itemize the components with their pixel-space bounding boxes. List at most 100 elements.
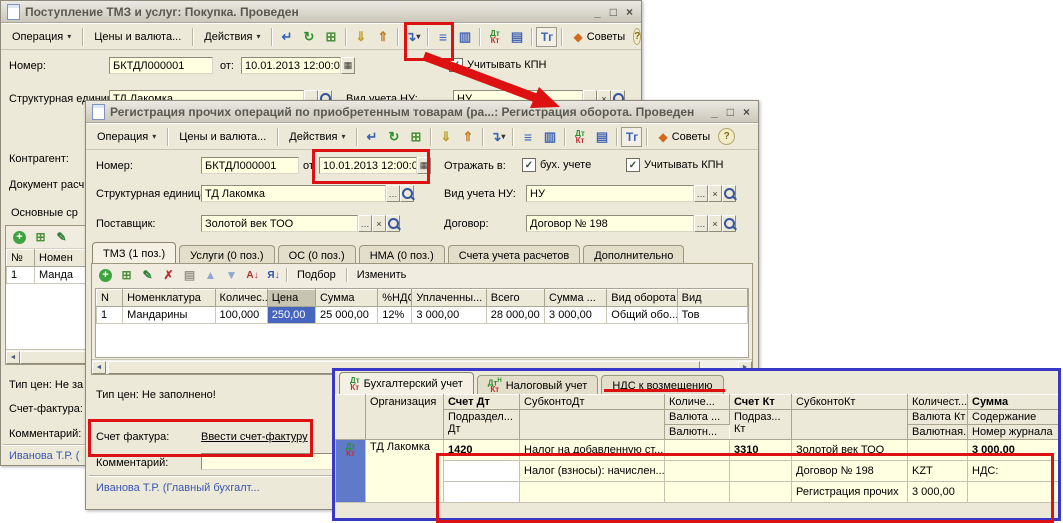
more-button[interactable]: … (694, 185, 708, 202)
scroll-left-icon[interactable]: ◄ (92, 361, 106, 374)
buh-checkbox[interactable]: ✓ бух. учете (522, 158, 591, 172)
magnifier-icon[interactable] (386, 215, 400, 232)
tab-accounts[interactable]: Счета учета расчетов (448, 245, 580, 264)
cell-subconto-dt[interactable]: Налог (взносы): начислен... (520, 461, 665, 482)
post-document-icon[interactable]: ↵ (361, 127, 382, 147)
cell-vat-percent[interactable]: 12% (378, 307, 412, 324)
cell-subdiv-kt[interactable] (730, 461, 792, 482)
column-header[interactable]: Валютная... (908, 425, 968, 440)
cell-organization[interactable]: ТД Лакомка (366, 440, 444, 503)
scroll-left-icon[interactable]: ◄ (6, 351, 20, 364)
help-icon[interactable]: ? (718, 128, 735, 145)
column-header[interactable]: Содержание (968, 410, 1059, 425)
column-header[interactable]: Всего (486, 290, 544, 307)
copy-row-icon[interactable]: ⊞ (118, 268, 135, 283)
goods-in-icon[interactable]: ⇓ (435, 127, 456, 147)
menu-operation[interactable]: Операция▾ (5, 28, 78, 46)
cell-currency-dt[interactable] (665, 461, 730, 482)
titlebar[interactable]: Регистрация прочих операций по приобрете… (86, 101, 758, 123)
cell-quantity-kt[interactable] (908, 440, 968, 461)
column-header[interactable]: Количест... (908, 395, 968, 410)
cell-price-selected[interactable]: 250,00 (267, 307, 315, 324)
column-header[interactable]: Сумма (968, 395, 1059, 410)
tab-vat-refund[interactable]: НДС к возмещению (601, 375, 723, 394)
dtkt-icon[interactable]: ДтКт (484, 27, 505, 47)
post-dropdown-icon[interactable]: ↴▾ (487, 127, 508, 147)
tab-additional[interactable]: Дополнительно (583, 245, 684, 264)
column-header[interactable]: Валютн... (665, 425, 730, 440)
column-header[interactable]: Подраз... Кт (730, 410, 792, 440)
cell-empty[interactable] (444, 482, 520, 503)
tips-button[interactable]: ◆Советы (651, 127, 717, 147)
cell-subconto-kt[interactable]: Золотой век ТОО (792, 440, 908, 461)
nu-field[interactable]: НУ (526, 185, 694, 202)
posting-row[interactable]: Регистрация прочих 3 000,00 (336, 482, 1059, 503)
help-icon[interactable]: ? (633, 28, 641, 45)
menu-prices-currency[interactable]: Цены и валюта... (172, 128, 273, 146)
goods-out-icon[interactable]: ⇑ (372, 27, 393, 47)
clear-button[interactable]: × (372, 215, 386, 232)
column-header[interactable]: Сумма (315, 290, 377, 307)
column-header[interactable]: № (7, 250, 35, 267)
menu-prices-currency[interactable]: Цены и валюта... (87, 28, 188, 46)
add-row-icon[interactable]: + (11, 230, 28, 245)
cell-account-kt[interactable]: 3310 (730, 440, 792, 461)
column-header[interactable]: Уплаченны... (412, 290, 486, 307)
posting-row[interactable]: ДтКт ТД Лакомка 1420 Налог на добавленну… (336, 440, 1059, 461)
more-button[interactable]: … (386, 185, 400, 202)
tab-tmz[interactable]: ТМЗ (1 поз.) (92, 242, 176, 264)
table-row[interactable]: 1 Мандарины 100,000 250,00 25 000,00 12%… (97, 307, 748, 324)
journal-icon[interactable]: ▤ (591, 127, 612, 147)
number-field[interactable]: БКТДЛ000001 (109, 57, 213, 74)
cell-empty[interactable] (730, 482, 792, 503)
calendar-icon[interactable]: ▦ (417, 157, 431, 174)
goods-in-icon[interactable]: ⇓ (350, 27, 371, 47)
menu-actions[interactable]: Действия▾ (197, 28, 267, 46)
cell-sum[interactable]: 3 000,00 (968, 440, 1059, 461)
edit-row-icon[interactable]: ✎ (53, 230, 70, 245)
cell-nomenclature[interactable]: Мандарины (123, 307, 215, 324)
refresh-icon[interactable]: ↻ (383, 127, 404, 147)
tips-button[interactable]: ◆Советы (566, 27, 632, 47)
cell-currency-amount-kt[interactable]: 3 000,00 (908, 482, 968, 503)
cell-paid[interactable]: 3 000,00 (412, 307, 486, 324)
tab-services[interactable]: Услуги (0 поз.) (179, 245, 274, 264)
date-field[interactable]: 10.01.2013 12:00:00 (241, 57, 341, 74)
close-button[interactable]: × (626, 5, 633, 19)
clear-button[interactable]: × (708, 215, 722, 232)
cell-sum[interactable]: 25 000,00 (315, 307, 377, 324)
column-header[interactable]: Валюта ... (665, 410, 730, 425)
cell-total[interactable]: 28 000,00 (486, 307, 544, 324)
supplier-field[interactable]: Золотой век ТОО (201, 215, 358, 232)
cell-subconto-kt[interactable]: Договор № 198 (792, 461, 908, 482)
goods-out-icon[interactable]: ⇑ (457, 127, 478, 147)
structure-list-icon[interactable]: ≡ (517, 127, 538, 147)
cell-subconto-kt[interactable]: Регистрация прочих (792, 482, 908, 503)
cell-account-dt[interactable]: 1420 (444, 440, 520, 461)
cell-content[interactable]: НДС: (968, 461, 1059, 482)
column-header[interactable]: Количес... (215, 290, 267, 307)
sort-asc-icon[interactable]: А↓ (244, 268, 261, 283)
column-header[interactable]: Вид (677, 290, 747, 307)
menu-actions[interactable]: Действия▾ (282, 128, 352, 146)
dtkt-icon[interactable]: ДтКт (569, 127, 590, 147)
edit-row-icon[interactable]: ✎ (139, 268, 156, 283)
more-button[interactable]: … (694, 215, 708, 232)
magnifier-icon[interactable] (722, 215, 736, 232)
unit-field[interactable]: ТД Лакомка (201, 185, 386, 202)
column-header[interactable]: Сумма ... (545, 290, 607, 307)
copy-document-icon[interactable]: ⊞ (405, 127, 426, 147)
cell-kind[interactable]: Тов (677, 307, 747, 324)
menu-operation[interactable]: Операция▾ (90, 128, 163, 146)
settings-checklist-icon[interactable]: ▥ (454, 27, 475, 47)
contract-field[interactable]: Договор № 198 (526, 215, 694, 232)
copy-row-icon[interactable]: ⊞ (32, 230, 49, 245)
tab-tax-accounting[interactable]: ДтНКт Налоговый учет (477, 375, 599, 394)
calendar-icon[interactable]: ▦ (341, 57, 355, 74)
journal-icon[interactable]: ▤ (506, 27, 527, 47)
refresh-icon[interactable]: ↻ (298, 27, 319, 47)
number-field[interactable]: БКТДЛ000001 (201, 157, 299, 174)
cell-quantity-dt[interactable] (665, 440, 730, 461)
tab-nma[interactable]: НМА (0 поз.) (359, 245, 445, 264)
kpn-checkbox[interactable]: ✓ Учитывать КПН (626, 158, 724, 172)
